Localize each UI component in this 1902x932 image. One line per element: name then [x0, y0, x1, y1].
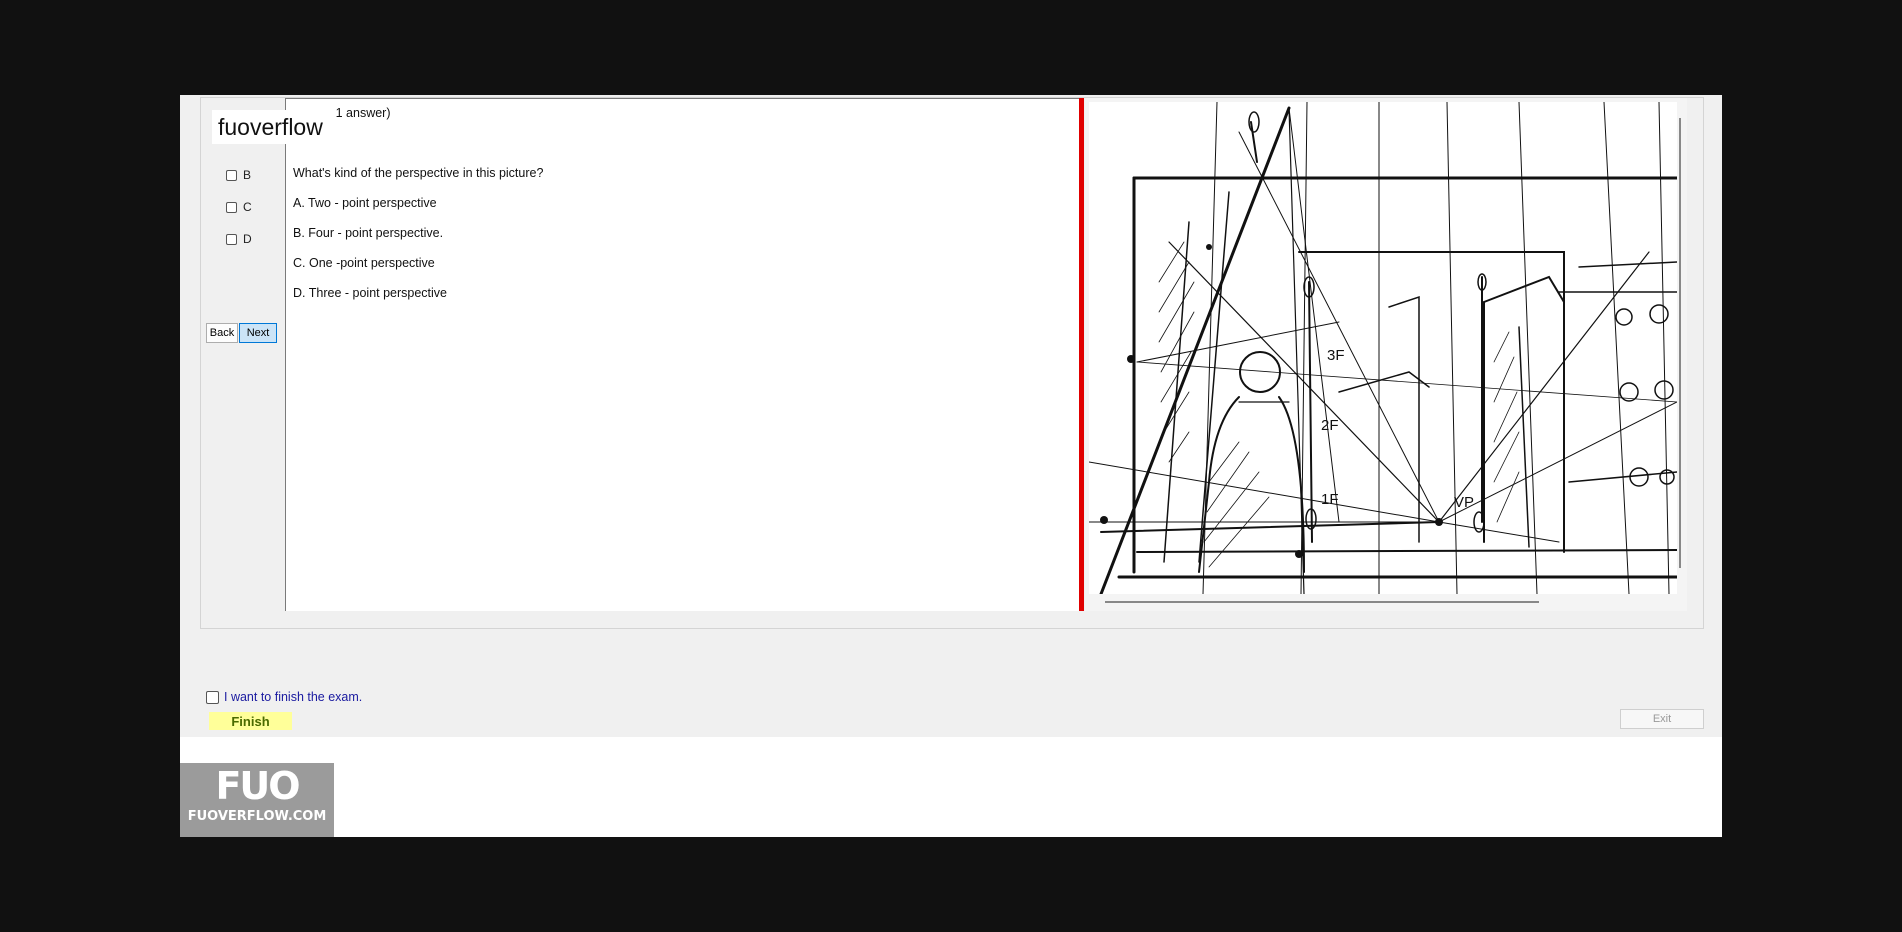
answer-checkbox-d[interactable]	[226, 233, 237, 245]
finish-confirmation[interactable]: I want to finish the exam.	[206, 690, 362, 704]
fuo-logo-domain: FUOVERFLOW.COM	[187, 809, 327, 824]
question-frame: A B C D Back Next fuoverflow ose 1 answe…	[200, 97, 1704, 629]
answer-checkbox-b[interactable]	[226, 169, 237, 181]
answer-option-b-label: B	[243, 168, 252, 182]
answer-option-b[interactable]: B	[226, 168, 251, 182]
exam-window: A B C D Back Next fuoverflow ose 1 answe…	[180, 95, 1722, 837]
sketch-label-3f: 3F	[1327, 347, 1345, 364]
choice-d: D. Three - point perspective	[293, 286, 448, 300]
finish-exam-label: I want to finish the exam.	[224, 690, 363, 704]
fuoverflow-watermark: fuoverflow	[212, 110, 332, 144]
perspective-sketch-image: 3F 2F 1F VP	[1089, 102, 1677, 594]
choice-a: A. Two - point perspective	[293, 196, 437, 210]
finish-exam-checkbox[interactable]	[206, 690, 219, 704]
footer-band	[180, 737, 1722, 837]
answer-option-d-label: D	[243, 232, 252, 246]
answer-option-c-label: C	[243, 200, 252, 214]
choice-b: B. Four - point perspective.	[293, 226, 444, 240]
image-panel: 3F 2F 1F VP	[1085, 98, 1687, 611]
panel-splitter[interactable]	[1079, 98, 1084, 611]
sketch-label-vp: VP	[1454, 494, 1474, 511]
fuo-logo-mark: FUO	[215, 764, 300, 808]
exit-button[interactable]: Exit	[1620, 709, 1704, 729]
question-text: What's kind of the perspective in this p…	[293, 166, 544, 180]
choice-c: C. One -point perspective	[293, 256, 435, 270]
answer-option-d[interactable]: D	[226, 232, 252, 246]
answer-checkbox-c[interactable]	[226, 201, 237, 213]
finish-button[interactable]: Finish	[209, 712, 292, 730]
fuoverflow-logo: FUO FUOVERFLOW.COM	[180, 763, 334, 837]
answer-option-c[interactable]: C	[226, 200, 252, 214]
next-button[interactable]: Next	[239, 323, 277, 343]
sketch-label-2f: 2F	[1321, 417, 1339, 434]
answer-sidebar: A B C D Back Next	[201, 98, 285, 628]
sketch-label-1f: 1F	[1321, 491, 1339, 508]
image-vertical-scrollbar[interactable]	[1679, 118, 1681, 568]
image-horizontal-scrollbar[interactable]	[1105, 601, 1539, 603]
back-button[interactable]: Back	[206, 323, 238, 343]
question-panel: ose 1 answer) What's kind of the perspec…	[285, 98, 1079, 611]
